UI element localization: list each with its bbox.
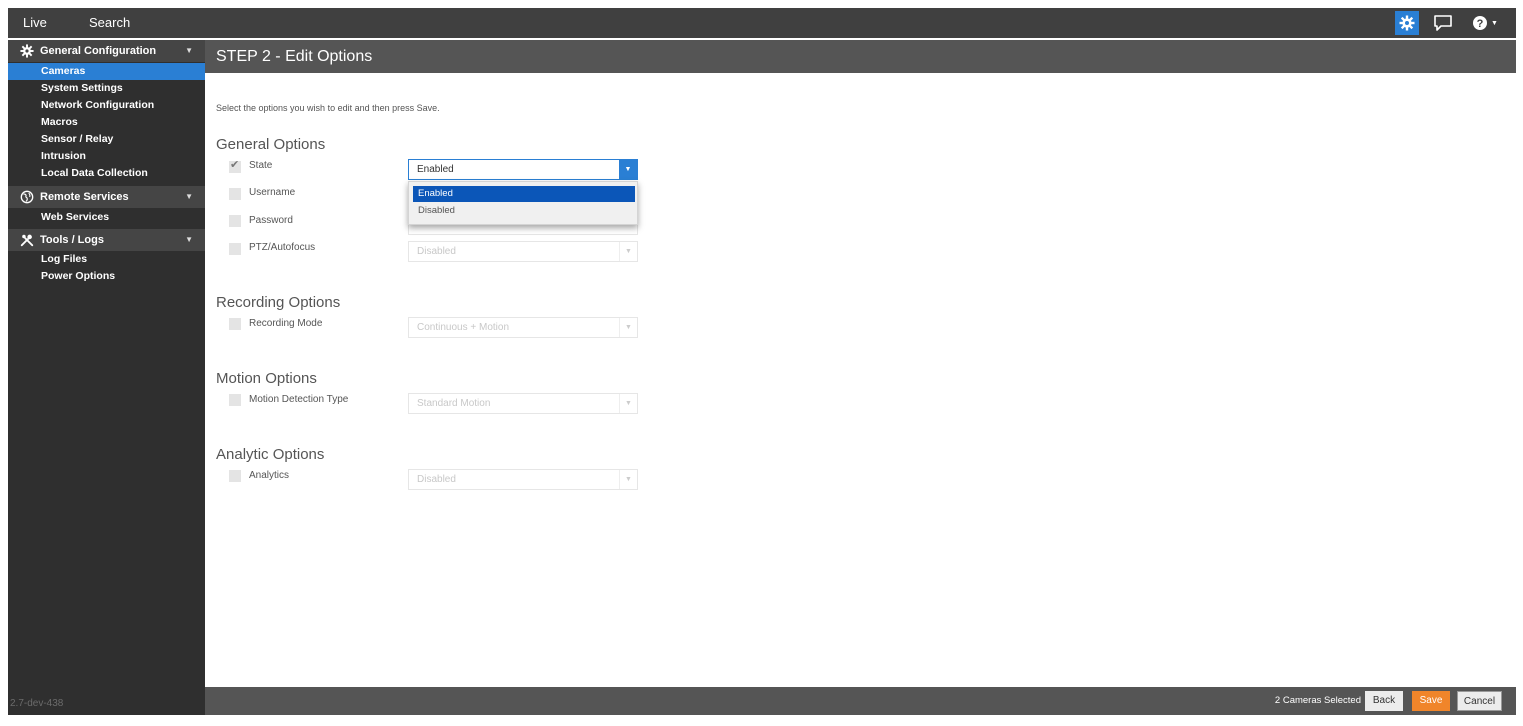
sidebar-group-label: Remote Services <box>40 191 129 203</box>
chevron-down-icon: ▼ <box>619 242 637 261</box>
sidebar-item-power-options[interactable]: Power Options <box>8 268 205 285</box>
help-icon: ? <box>1473 16 1488 30</box>
checkmark-icon: ✔ <box>230 159 240 171</box>
sidebar-item-sensor-relay[interactable]: Sensor / Relay <box>8 131 205 148</box>
top-bar: Live Search ? ▼ <box>8 8 1516 38</box>
sidebar-item-system-settings[interactable]: System Settings <box>8 80 205 97</box>
sidebar-item-web-services[interactable]: Web Services <box>8 209 205 226</box>
state-label: State <box>249 160 273 171</box>
nav-live[interactable]: Live <box>13 8 57 38</box>
chevron-down-icon: ▼ <box>185 46 193 55</box>
recording-mode-label: Recording Mode <box>249 318 323 329</box>
gear-icon <box>20 44 34 58</box>
password-checkbox[interactable] <box>229 215 241 227</box>
analytics-value: Disabled <box>417 474 456 485</box>
page-title: STEP 2 - Edit Options <box>205 40 1516 73</box>
chevron-down-icon: ▼ <box>185 192 193 201</box>
chat-icon <box>1434 15 1452 31</box>
ptz-checkbox[interactable] <box>229 243 241 255</box>
motion-detection-checkbox[interactable] <box>229 394 241 406</box>
messages-button[interactable] <box>1431 11 1455 35</box>
selection-status: 2 Cameras Selected <box>1274 695 1361 706</box>
sidebar: General Configuration ▼ Cameras System S… <box>8 40 205 715</box>
help-button[interactable]: ? ▼ <box>1468 11 1502 35</box>
nav-search[interactable]: Search <box>79 8 140 38</box>
state-select-value: Enabled <box>417 164 454 175</box>
sidebar-item-cameras[interactable]: Cameras <box>8 63 205 80</box>
dropdown-option-disabled[interactable]: Disabled <box>413 203 635 219</box>
chevron-down-icon: ▼ <box>619 160 637 179</box>
svg-text:?: ? <box>1477 18 1484 30</box>
section-title-motion: Motion Options <box>216 370 317 387</box>
settings-button[interactable] <box>1395 11 1419 35</box>
ptz-select-value: Disabled <box>417 246 456 257</box>
footer-bar: 2 Cameras Selected Back Save Cancel <box>205 687 1516 715</box>
gear-icon <box>1399 15 1415 31</box>
dropdown-option-enabled[interactable]: Enabled <box>413 186 635 202</box>
globe-icon <box>20 190 34 204</box>
username-checkbox[interactable] <box>229 188 241 200</box>
tools-icon <box>20 234 34 247</box>
ptz-label: PTZ/Autofocus <box>249 242 316 253</box>
recording-mode-value: Continuous + Motion <box>417 322 510 333</box>
back-button[interactable]: Back <box>1365 691 1403 711</box>
section-title-recording: Recording Options <box>216 294 341 311</box>
cancel-button[interactable]: Cancel <box>1457 691 1502 711</box>
sidebar-item-log-files[interactable]: Log Files <box>8 251 205 268</box>
save-button[interactable]: Save <box>1412 691 1450 711</box>
app-window: Live Search ? ▼ General Configuration ▼ … <box>0 0 1523 726</box>
motion-detection-select[interactable]: Standard Motion ▼ <box>408 393 638 414</box>
password-label: Password <box>249 215 293 226</box>
analytics-select[interactable]: Disabled ▼ <box>408 469 638 490</box>
chevron-down-icon: ▼ <box>185 235 193 244</box>
state-checkbox[interactable]: ✔ <box>229 159 241 173</box>
recording-mode-select[interactable]: Continuous + Motion ▼ <box>408 317 638 338</box>
chevron-down-icon: ▼ <box>619 318 637 337</box>
sidebar-item-local-data-collection[interactable]: Local Data Collection <box>8 165 205 182</box>
chevron-down-icon: ▼ <box>1491 19 1498 27</box>
username-label: Username <box>249 187 296 198</box>
section-title-general: General Options <box>216 136 326 153</box>
section-title-analytic: Analytic Options <box>216 446 325 463</box>
sidebar-group-tools-logs[interactable]: Tools / Logs ▼ <box>8 229 205 251</box>
analytics-checkbox[interactable] <box>229 470 241 482</box>
state-select[interactable]: Enabled ▼ <box>408 159 638 180</box>
analytics-label: Analytics <box>249 470 290 481</box>
recording-mode-checkbox[interactable] <box>229 318 241 330</box>
instructions-text: Select the options you wish to edit and … <box>216 103 440 113</box>
state-dropdown-list: Enabled Disabled <box>408 181 638 225</box>
chevron-down-icon: ▼ <box>619 394 637 413</box>
motion-detection-label: Motion Detection Type <box>249 394 349 405</box>
ptz-select[interactable]: Disabled ▼ <box>408 241 638 262</box>
sidebar-group-general-configuration[interactable]: General Configuration ▼ <box>8 40 205 62</box>
version-label: 2.7-dev-438 <box>10 698 64 709</box>
sidebar-group-label: Tools / Logs <box>40 234 104 246</box>
sidebar-group-remote-services[interactable]: Remote Services ▼ <box>8 186 205 208</box>
sidebar-item-intrusion[interactable]: Intrusion <box>8 148 205 165</box>
motion-detection-value: Standard Motion <box>417 398 491 409</box>
sidebar-item-macros[interactable]: Macros <box>8 114 205 131</box>
sidebar-group-label: General Configuration <box>40 45 157 57</box>
sidebar-item-network-configuration[interactable]: Network Configuration <box>8 97 205 114</box>
chevron-down-icon: ▼ <box>619 470 637 489</box>
